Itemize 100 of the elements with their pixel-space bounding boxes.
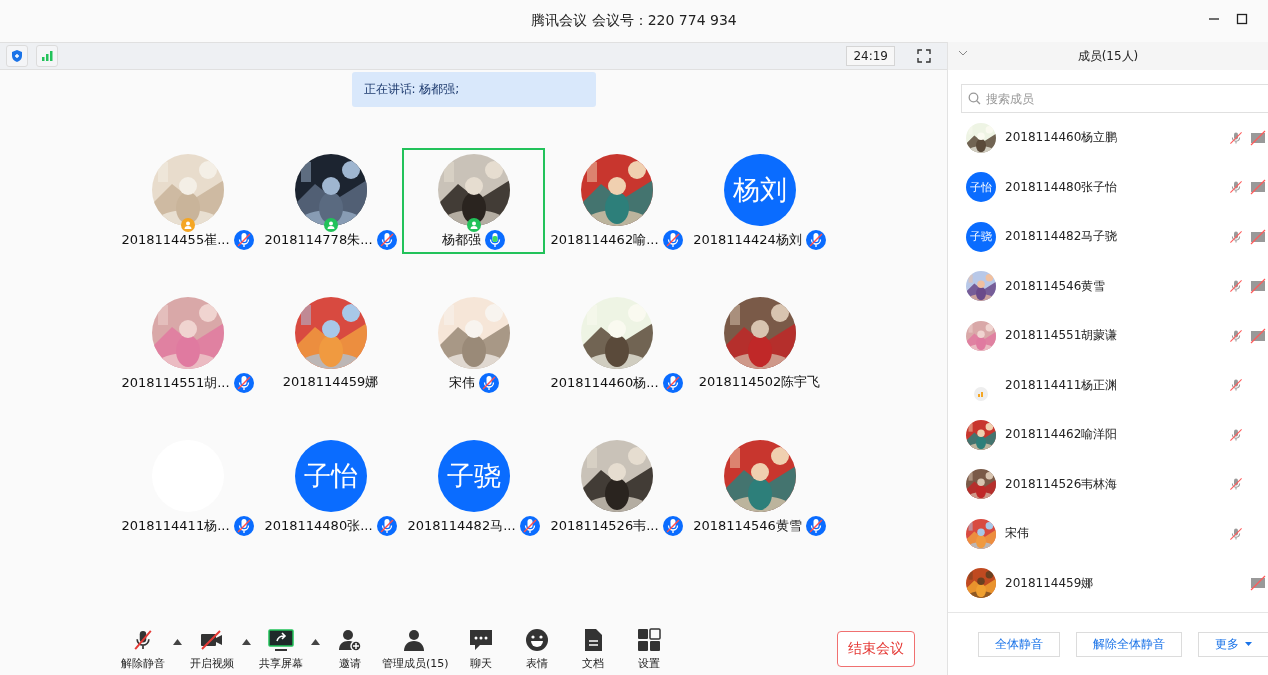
participant-tile[interactable]: 杨刘 2018114424杨刘 — [688, 148, 831, 254]
muted-mic-icon[interactable] — [1228, 179, 1244, 196]
participant-tile[interactable]: 宋伟 — [402, 291, 545, 397]
screen-share-icon — [268, 627, 294, 653]
participant-tile[interactable]: 2018114526韦... — [545, 434, 688, 540]
participant-tile[interactable]: 2018114546黄雪 — [688, 434, 831, 540]
end-meeting-button[interactable]: 结束会议 — [837, 631, 915, 667]
toolbar-button[interactable]: 邀请 — [322, 627, 378, 671]
muted-mic-icon[interactable] — [1228, 377, 1244, 394]
search-field[interactable]: 搜索成员 — [961, 84, 1268, 113]
member-name: 2018114462喻洋阳 — [1005, 426, 1119, 444]
participant-name: 2018114462喻... — [550, 231, 659, 249]
panel-title: 成员(15人) — [1077, 47, 1139, 65]
toolbar-button[interactable]: 设置 — [620, 627, 677, 671]
participant-tile[interactable]: 子怡 2018114480张... — [259, 434, 402, 540]
participant-name: 2018114455崔... — [121, 231, 230, 249]
participant-tile[interactable]: 2018114460杨... — [545, 291, 688, 397]
muted-mic-icon[interactable] — [1228, 129, 1244, 146]
participant-tile[interactable]: 2018114455崔... — [116, 148, 259, 254]
muted-mic-icon[interactable] — [1228, 278, 1244, 295]
member-name: 2018114551胡蒙谦 — [1005, 327, 1119, 345]
initials-avatar: 子怡 — [966, 172, 996, 203]
muted-mic-icon[interactable] — [478, 373, 499, 393]
speaking-mic-icon[interactable] — [485, 230, 505, 250]
chevron-down-icon[interactable] — [958, 50, 968, 56]
chat-icon — [467, 627, 494, 653]
camera-off-icon[interactable] — [1250, 228, 1266, 245]
member-name: 2018114480张子怡 — [1005, 178, 1119, 196]
grid-settings-icon — [635, 627, 662, 653]
participant-name: 2018114424杨刘 — [693, 231, 802, 249]
menu-caret[interactable] — [309, 639, 322, 645]
muted-mic-icon[interactable] — [519, 516, 540, 536]
muted-mic-icon[interactable] — [1228, 525, 1244, 542]
participant-name: 2018114502陈宇飞 — [698, 373, 821, 391]
participant-name: 2018114460杨... — [550, 374, 659, 392]
toolbar-button[interactable]: 表情 — [508, 627, 565, 671]
participant-name: 2018114411杨... — [121, 517, 230, 535]
initials-avatar: 杨刘 — [723, 154, 796, 226]
participant-name: 宋伟 — [448, 374, 475, 392]
muted-mic-icon[interactable] — [662, 516, 683, 536]
camera-off-icon[interactable] — [1250, 179, 1266, 196]
member-name: 2018114411杨正渊 — [1005, 376, 1119, 394]
participant-name: 2018114551胡... — [121, 374, 230, 392]
caret-icon — [1245, 642, 1252, 646]
menu-caret[interactable] — [240, 639, 253, 645]
panel-button[interactable]: 解除全体静音 — [1076, 631, 1182, 657]
muted-mic-icon[interactable] — [805, 230, 826, 250]
camera-off-icon[interactable] — [1250, 327, 1266, 344]
muted-mic-icon[interactable] — [662, 373, 683, 393]
member-name: 2018114459娜 — [1005, 574, 1095, 592]
muted-mic-icon[interactable] — [376, 230, 397, 250]
muted-mic-icon[interactable] — [233, 230, 254, 250]
muted-mic-icon[interactable] — [376, 516, 397, 536]
meeting-timer: 24:19 — [846, 46, 895, 66]
participant-tile[interactable]: 2018114462喻... — [545, 148, 688, 254]
participant-name: 2018114778朱... — [264, 231, 373, 249]
participant-tile[interactable]: 子骁 2018114482马... — [402, 434, 545, 540]
participant-tile[interactable]: 2018114502陈宇飞 — [688, 291, 831, 397]
muted-mic-icon[interactable] — [805, 516, 826, 536]
participant-name: 2018114526韦... — [550, 517, 659, 535]
security-shield-icon[interactable] — [6, 45, 28, 67]
camera-off-icon[interactable] — [1250, 575, 1266, 592]
initials-avatar: 子骁 — [966, 221, 996, 252]
toolbar-button[interactable]: 共享屏幕 — [253, 627, 309, 671]
participant-name: 2018114482马... — [407, 517, 516, 535]
participant-tile[interactable]: 杨都强 — [402, 148, 545, 254]
member-name: 2018114526韦林海 — [1005, 475, 1119, 493]
participant-tile[interactable]: 2018114778朱... — [259, 148, 402, 254]
member-name: 2018114460杨立鹏 — [1005, 129, 1119, 147]
smiley-icon — [523, 627, 550, 653]
participant-tile[interactable]: 2018114459娜 — [259, 291, 402, 397]
participant-name: 2018114459娜 — [282, 373, 379, 391]
camera-off-icon[interactable] — [1250, 129, 1266, 146]
muted-mic-icon[interactable] — [233, 516, 254, 536]
toolbar-button[interactable]: 解除静音 — [115, 627, 171, 671]
initials-avatar: 子怡 — [294, 440, 367, 512]
panel-button[interactable]: 更多 — [1198, 631, 1268, 657]
camera-off-icon[interactable] — [1250, 278, 1266, 295]
maximize-icon[interactable] — [1236, 13, 1248, 25]
toolbar-button[interactable]: 开启视频 — [184, 627, 240, 671]
participant-name: 2018114480张... — [264, 517, 373, 535]
toolbar-button[interactable]: 聊天 — [452, 627, 509, 671]
muted-mic-icon[interactable] — [1228, 426, 1244, 443]
toolbar-button[interactable]: 文档 — [564, 627, 621, 671]
muted-mic-icon[interactable] — [1228, 327, 1244, 344]
muted-mic-icon[interactable] — [1228, 476, 1244, 493]
window-title: 腾讯会议 会议号：220 774 934 — [531, 12, 737, 30]
search-icon — [968, 92, 981, 105]
panel-button[interactable]: 全体静音 — [978, 631, 1060, 657]
toolbar-button[interactable]: 管理成员(15) — [378, 627, 453, 671]
initials-avatar: 子骁 — [437, 440, 510, 512]
member-name: 2018114482马子骁 — [1005, 228, 1119, 246]
participant-tile[interactable]: 2018114551胡... — [116, 291, 259, 397]
muted-mic-icon[interactable] — [1228, 228, 1244, 245]
member-name: 宋伟 — [1005, 525, 1030, 543]
muted-mic-icon[interactable] — [233, 373, 254, 393]
menu-caret[interactable] — [171, 639, 184, 645]
fullscreen-icon[interactable] — [917, 49, 931, 63]
muted-mic-icon[interactable] — [662, 230, 683, 250]
participant-name: 杨都强 — [442, 231, 481, 249]
